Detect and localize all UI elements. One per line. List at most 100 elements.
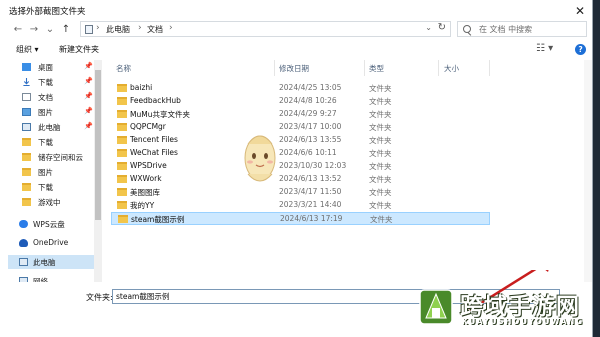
file-name: 美图图库 bbox=[130, 188, 160, 197]
pin-icon: 📌 bbox=[84, 77, 93, 85]
sidebar-item-downloads[interactable]: 下载 📌 bbox=[8, 75, 94, 89]
sidebar-item-folder[interactable]: 下载 bbox=[8, 180, 94, 194]
sidebar-item-network[interactable]: 网络 bbox=[8, 274, 94, 282]
column-divider[interactable] bbox=[364, 60, 365, 76]
sidebar-item-label: 储存空间和云 bbox=[38, 153, 83, 162]
forward-arrow-icon[interactable]: → bbox=[28, 23, 40, 37]
column-divider[interactable] bbox=[489, 60, 490, 76]
view-options-icon[interactable]: ☷ ▾ bbox=[536, 43, 553, 54]
sidebar-item-this-pc-pinned[interactable]: 此电脑 📌 bbox=[8, 120, 94, 134]
pin-icon: 📌 bbox=[84, 107, 93, 115]
mascot-sticker-image bbox=[244, 135, 276, 182]
breadcrumb-this-pc[interactable]: 此电脑 bbox=[106, 24, 130, 35]
file-date: 2023/3/21 14:40 bbox=[279, 200, 342, 209]
folder-icon bbox=[117, 149, 127, 157]
file-name: WeChat Files bbox=[130, 148, 178, 157]
back-arrow-icon[interactable]: ← bbox=[12, 23, 24, 37]
folder-icon bbox=[117, 201, 127, 209]
site-logo-icon bbox=[419, 289, 453, 325]
list-item[interactable]: WPSDrive 2023/10/30 12:03 文件夹 bbox=[111, 160, 490, 173]
up-arrow-icon[interactable]: ↑ bbox=[60, 23, 72, 37]
close-icon[interactable]: ✕ bbox=[572, 3, 588, 19]
column-divider[interactable] bbox=[274, 60, 275, 76]
sidebar-item-label: WPS云盘 bbox=[33, 220, 65, 229]
file-name: FeedbackHub bbox=[130, 96, 181, 105]
list-item[interactable]: 我的YY 2023/3/21 14:40 文件夹 bbox=[111, 199, 490, 212]
column-divider[interactable] bbox=[438, 60, 439, 76]
breadcrumb-documents[interactable]: 文档 bbox=[147, 24, 163, 35]
sidebar-item-desktop[interactable]: 桌面 📌 bbox=[8, 60, 94, 74]
nav-scrollbar-thumb[interactable] bbox=[95, 70, 101, 220]
file-type: 文件夹 bbox=[369, 110, 392, 119]
sidebar-item-label: 此电脑 bbox=[38, 123, 61, 132]
document-icon bbox=[22, 93, 31, 101]
watermark-subtitle: KUAYUSHOUYOUWANG bbox=[462, 317, 584, 326]
column-header-row: 名称 修改日期 类型 大小 bbox=[108, 60, 490, 76]
breadcrumb-separator[interactable]: › bbox=[138, 23, 142, 33]
refresh-icon[interactable]: ↻ bbox=[438, 22, 446, 33]
list-item[interactable]: baizhi 2024/4/25 13:05 文件夹 bbox=[111, 82, 490, 95]
file-type: 文件夹 bbox=[369, 123, 392, 132]
breadcrumb-separator[interactable]: › bbox=[96, 23, 100, 33]
column-header-type[interactable]: 类型 bbox=[369, 63, 384, 74]
nav-scrollbar[interactable] bbox=[94, 60, 102, 282]
sidebar-item-label: 此电脑 bbox=[33, 258, 56, 267]
sidebar-item-pictures[interactable]: 图片 📌 bbox=[8, 105, 94, 119]
file-date: 2024/4/25 13:05 bbox=[279, 83, 342, 92]
file-name: WXWork bbox=[130, 174, 162, 183]
address-dropdown-icon[interactable]: ⌄ bbox=[425, 23, 432, 32]
folder-icon bbox=[117, 110, 127, 118]
list-item[interactable]: WXWork 2024/6/13 13:52 文件夹 bbox=[111, 173, 490, 186]
sidebar-item-label: 桌面 bbox=[38, 63, 53, 72]
list-item[interactable]: MuMu共享文件夹 2024/4/29 9:27 文件夹 bbox=[111, 108, 490, 121]
new-folder-button[interactable]: 新建文件夹 bbox=[59, 44, 99, 55]
dialog-title: 选择外部截图文件夹 bbox=[9, 7, 86, 17]
pin-icon: 📌 bbox=[84, 122, 93, 130]
watermark-title: 跨域手游网 bbox=[460, 293, 580, 320]
sidebar-item-this-pc[interactable]: 此电脑 bbox=[8, 255, 94, 269]
list-item[interactable]: Tencent Files 2024/6/13 13:55 文件夹 bbox=[111, 134, 490, 147]
sidebar-item-wps-cloud[interactable]: WPS云盘 bbox=[8, 217, 94, 231]
sidebar-item-onedrive[interactable]: OneDrive bbox=[8, 236, 94, 250]
sidebar-item-folder[interactable]: 游戏中 bbox=[8, 195, 94, 209]
help-icon[interactable]: ? bbox=[575, 44, 586, 55]
folder-icon bbox=[22, 138, 31, 146]
column-header-name[interactable]: 名称 bbox=[116, 63, 131, 74]
organize-button[interactable]: 组织 ▾ bbox=[16, 44, 39, 55]
search-icon bbox=[463, 25, 471, 33]
column-header-date[interactable]: 修改日期 bbox=[279, 63, 309, 74]
desktop-icon bbox=[22, 63, 31, 71]
address-bar[interactable]: › 此电脑 › 文档 › ⌄ ↻ bbox=[80, 21, 451, 37]
breadcrumb-separator[interactable]: › bbox=[169, 23, 173, 33]
file-type: 文件夹 bbox=[369, 149, 392, 158]
search-placeholder[interactable]: 在 文档 中搜索 bbox=[479, 24, 532, 35]
sidebar-item-label: 下载 bbox=[38, 138, 53, 147]
sidebar-item-label: OneDrive bbox=[33, 238, 69, 247]
list-item[interactable]: FeedbackHub 2024/4/8 10:26 文件夹 bbox=[111, 95, 490, 108]
sidebar-item-folder[interactable]: 储存空间和云 bbox=[8, 150, 94, 164]
file-name: 我的YY bbox=[130, 201, 155, 210]
file-list-scrollbar[interactable] bbox=[584, 60, 592, 282]
file-type: 文件夹 bbox=[369, 136, 392, 145]
file-date: 2024/4/8 10:26 bbox=[279, 96, 337, 105]
sidebar-item-documents[interactable]: 文档 📌 bbox=[8, 90, 94, 104]
sidebar-item-label: 下载 bbox=[38, 183, 53, 192]
wps-cloud-icon bbox=[19, 220, 28, 228]
file-type: 文件夹 bbox=[369, 162, 392, 171]
computer-icon bbox=[22, 123, 31, 131]
sidebar-item-folder[interactable]: 下载 bbox=[8, 135, 94, 149]
search-box[interactable]: 在 文档 中搜索 bbox=[457, 21, 587, 37]
list-item[interactable]: 美图图库 2023/4/17 11:50 文件夹 bbox=[111, 186, 490, 199]
list-item[interactable]: QQPCMgr 2023/4/17 10:00 文件夹 bbox=[111, 121, 490, 134]
list-item-selected[interactable]: steam截图示例 2024/6/13 17:19 文件夹 bbox=[111, 212, 490, 225]
file-date: 2024/6/13 13:52 bbox=[279, 174, 342, 183]
file-name: WPSDrive bbox=[130, 161, 167, 170]
onedrive-icon bbox=[19, 239, 28, 247]
column-header-size[interactable]: 大小 bbox=[444, 63, 459, 74]
sidebar-item-folder[interactable]: 图片 bbox=[8, 165, 94, 179]
recent-locations-icon[interactable]: ⌄ bbox=[44, 23, 56, 37]
file-type: 文件夹 bbox=[369, 97, 392, 106]
list-item[interactable]: WeChat Files 2024/6/6 10:11 文件夹 bbox=[111, 147, 490, 160]
sidebar-item-label: 图片 bbox=[38, 108, 53, 117]
address-row: ← → ⌄ ↑ › 此电脑 › 文档 › ⌄ ↻ 在 文档 中搜索 bbox=[0, 20, 592, 40]
